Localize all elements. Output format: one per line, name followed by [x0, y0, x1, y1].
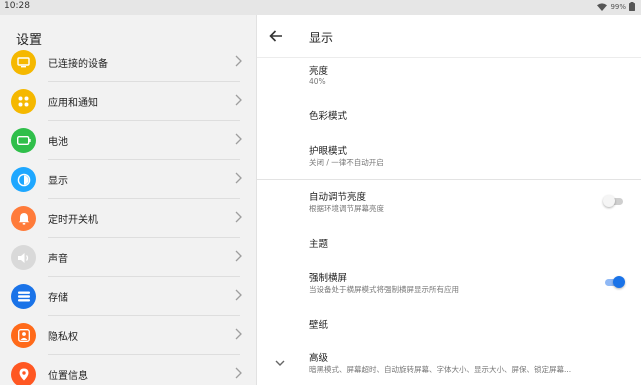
sidebar-item-sound[interactable]: 声音 — [0, 238, 256, 277]
chevron-right-icon — [235, 289, 242, 301]
wallpaper-title: 壁纸 — [309, 320, 329, 331]
sidebar-item-label: 位置信息 — [48, 371, 88, 382]
sidebar-item-battery[interactable]: 电池 — [0, 121, 256, 160]
sidebar-item-location[interactable]: 位置信息 — [0, 355, 256, 385]
force-landscape-switch[interactable] — [603, 276, 625, 288]
advanced-row[interactable]: 高级 暗黑模式、屏幕超时、自动旋转屏幕、字体大小、显示大小、屏保、锁定屏幕... — [257, 346, 641, 385]
chevron-right-icon — [235, 250, 242, 262]
wifi-icon — [597, 2, 608, 11]
privacy-icon — [11, 323, 36, 348]
sidebar-item-label: 声音 — [48, 254, 68, 265]
sidebar-item-connected-devices[interactable]: 已连接的设备 — [0, 43, 256, 82]
brightness-row[interactable]: 亮度 40% — [257, 58, 641, 93]
theme-title: 主题 — [309, 239, 329, 250]
brightness-value: 40% — [309, 77, 326, 86]
advanced-summary: 暗黑模式、屏幕超时、自动旋转屏幕、字体大小、显示大小、屏保、锁定屏幕... — [309, 365, 572, 374]
page-title: 显示 — [309, 31, 334, 45]
display-settings-panel: 显示 亮度 40% 色彩模式 护眼模式 关闭 / 一律不自动开启 自动调节亮度 … — [257, 15, 641, 385]
status-time: 10:28 — [4, 1, 30, 11]
sidebar-item-display[interactable]: 显示 — [0, 160, 256, 199]
theme-row[interactable]: 主题 — [257, 227, 641, 259]
battery-percent: 99% — [610, 2, 626, 11]
wallpaper-row[interactable]: 壁纸 — [257, 308, 641, 340]
sidebar-item-label: 电池 — [48, 137, 68, 148]
switch-knob — [613, 276, 625, 288]
force-landscape-title: 强制横屏 — [309, 273, 348, 284]
chevron-right-icon — [235, 211, 242, 223]
battery-icon — [11, 128, 36, 153]
power-schedule-icon — [11, 206, 36, 231]
sidebar-item-label: 应用和通知 — [48, 98, 98, 109]
advanced-title: 高级 — [309, 353, 329, 364]
chevron-right-icon — [235, 328, 242, 340]
eye-care-row[interactable]: 护眼模式 关闭 / 一律不自动开启 — [257, 137, 641, 177]
settings-sidebar: 设置 已连接的设备 应用和通知 电池 显示 定时开关机 声音 存储 隐私权 位置… — [0, 15, 256, 385]
storage-icon — [11, 284, 36, 309]
sidebar-item-power-schedule[interactable]: 定时开关机 — [0, 199, 256, 238]
chevron-right-icon — [235, 172, 242, 184]
force-landscape-row[interactable]: 强制横屏 当设备处于横屏模式将强制横屏显示所有应用 — [257, 265, 641, 305]
sidebar-item-label: 已连接的设备 — [48, 59, 108, 70]
sidebar-item-label: 显示 — [48, 176, 68, 187]
color-mode-row[interactable]: 色彩模式 — [257, 99, 641, 131]
auto-brightness-row[interactable]: 自动调节亮度 根据环境调节屏幕亮度 — [257, 182, 641, 222]
sound-icon — [11, 245, 36, 270]
auto-brightness-switch[interactable] — [603, 195, 625, 207]
sidebar-item-label: 定时开关机 — [48, 215, 98, 226]
battery-icon — [629, 2, 635, 11]
force-landscape-subtitle: 当设备处于横屏模式将强制横屏显示所有应用 — [309, 285, 459, 294]
apps-icon — [11, 89, 36, 114]
display-icon — [11, 167, 36, 192]
sidebar-item-apps[interactable]: 应用和通知 — [0, 82, 256, 121]
status-indicators: 99% — [597, 2, 635, 11]
expand-more-icon — [275, 360, 285, 366]
sidebar-item-privacy[interactable]: 隐私权 — [0, 316, 256, 355]
auto-brightness-subtitle: 根据环境调节屏幕亮度 — [309, 204, 384, 213]
back-arrow-icon[interactable] — [267, 27, 285, 45]
chevron-right-icon — [235, 94, 242, 106]
color-mode-title: 色彩模式 — [309, 111, 348, 122]
chevron-right-icon — [235, 133, 242, 145]
chevron-right-icon — [235, 55, 242, 67]
chevron-right-icon — [235, 367, 242, 379]
sidebar-item-label: 存储 — [48, 293, 68, 304]
sidebar-item-label: 隐私权 — [48, 332, 78, 343]
status-bar: 10:28 99% — [0, 0, 641, 15]
eye-care-status: 关闭 / 一律不自动开启 — [309, 158, 384, 167]
location-icon — [11, 362, 36, 385]
connected-devices-icon — [11, 50, 36, 75]
switch-knob — [603, 195, 615, 207]
eye-care-title: 护眼模式 — [309, 146, 348, 157]
brightness-title: 亮度 — [309, 66, 329, 77]
section-divider — [257, 179, 641, 180]
auto-brightness-title: 自动调节亮度 — [309, 192, 367, 203]
sidebar-item-storage[interactable]: 存储 — [0, 277, 256, 316]
